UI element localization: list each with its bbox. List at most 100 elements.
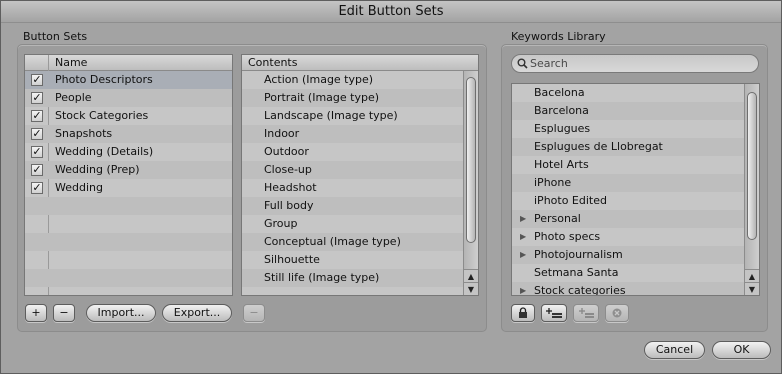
lock-keywords-button[interactable]: [511, 304, 535, 322]
disclosure-triangle-icon[interactable]: ▶: [520, 246, 526, 264]
button-set-checkbox[interactable]: ✓: [31, 110, 43, 122]
remove-content-button[interactable]: −: [243, 304, 265, 322]
button-set-row[interactable]: ✓ Wedding (Details): [25, 143, 232, 161]
keyword-label: Esplugues: [534, 122, 591, 135]
edit-button-sets-window: Edit Button Sets Button Sets Name ✓ Photo…: [0, 0, 782, 374]
keyword-label: iPhone: [534, 176, 572, 189]
keyword-row[interactable]: Esplugues: [512, 120, 744, 138]
keywords-scroll-thumb[interactable]: [747, 92, 757, 240]
window-title: Edit Button Sets: [1, 1, 781, 23]
delete-keyword-button[interactable]: [605, 304, 629, 322]
content-label: Silhouette: [264, 253, 320, 266]
scroll-down-arrow-icon[interactable]: ▼: [464, 282, 478, 295]
button-set-row[interactable]: ✓ Snapshots: [25, 125, 232, 143]
keyword-row[interactable]: ▶ Stock categories: [512, 282, 744, 296]
content-label: Portrait (Image type): [264, 91, 380, 104]
button-set-checkbox[interactable]: ✓: [31, 92, 43, 104]
button-set-label: Stock Categories: [55, 109, 149, 122]
content-row[interactable]: Portrait (Image type): [242, 89, 463, 107]
content-row[interactable]: Still life (Image type): [242, 269, 463, 287]
name-column-label: Name: [55, 56, 88, 69]
content-label: Action (Image type): [264, 73, 374, 86]
keyword-row[interactable]: Bacelona: [512, 84, 744, 102]
button-set-label: Wedding: [55, 181, 103, 194]
content-label: Conceptual (Image type): [264, 235, 401, 248]
keyword-label: Barcelona: [534, 104, 589, 117]
content-row[interactable]: Landscape (Image type): [242, 107, 463, 125]
contents-column-header[interactable]: Contents: [242, 55, 478, 71]
content-row[interactable]: Indoor: [242, 125, 463, 143]
button-set-checkbox[interactable]: ✓: [31, 74, 43, 86]
name-column-header[interactable]: Name: [25, 55, 232, 71]
keyword-row[interactable]: ▶ Photojournalism: [512, 246, 744, 264]
content-label: Headshot: [264, 181, 317, 194]
contents-scrollbar[interactable]: ▲ ▼: [463, 71, 478, 295]
keyword-row[interactable]: Setmana Santa: [512, 264, 744, 282]
export-button[interactable]: Export...: [162, 304, 232, 322]
content-row[interactable]: Silhouette: [242, 251, 463, 269]
keyword-row[interactable]: Barcelona: [512, 102, 744, 120]
button-set-checkbox[interactable]: ✓: [31, 146, 43, 158]
cancel-button[interactable]: Cancel: [644, 341, 705, 359]
button-set-row[interactable]: ✓ Wedding (Prep): [25, 161, 232, 179]
keyword-row[interactable]: Hotel Arts: [512, 156, 744, 174]
disclosure-triangle-icon[interactable]: ▶: [520, 210, 526, 228]
button-set-label: Wedding (Details): [55, 145, 154, 158]
empty-row: [25, 215, 232, 233]
keyword-label: Setmana Santa: [534, 266, 619, 279]
keyword-row[interactable]: Esplugues de Llobregat: [512, 138, 744, 156]
content-label: Outdoor: [264, 145, 309, 158]
button-set-checkbox[interactable]: ✓: [31, 182, 43, 194]
content-row[interactable]: Action (Image type): [242, 71, 463, 89]
content-row[interactable]: Close-up: [242, 161, 463, 179]
add-child-keyword-button[interactable]: [573, 304, 599, 322]
keyword-label: Stock categories: [534, 284, 626, 296]
remove-button-set-button[interactable]: −: [53, 304, 75, 322]
keywords-list[interactable]: Bacelona Barcelona Esplugues Esplugues de L…: [511, 83, 760, 296]
keywords-library-group-title: Keywords Library: [511, 30, 606, 43]
button-set-label: Photo Descriptors: [55, 73, 153, 86]
keyword-row[interactable]: ▶ Personal: [512, 210, 744, 228]
contents-list[interactable]: Contents Action (Image type) Portrait (Im…: [241, 54, 479, 296]
keyword-search-field[interactable]: [511, 54, 759, 73]
button-set-row[interactable]: ✓ People: [25, 89, 232, 107]
keyword-search-input[interactable]: [530, 56, 750, 71]
delete-icon: [612, 308, 622, 318]
empty-row: [25, 233, 232, 251]
content-label: Group: [264, 217, 298, 230]
add-keyword-icon: [546, 308, 562, 318]
keyword-label: iPhoto Edited: [534, 194, 607, 207]
import-button[interactable]: Import...: [86, 304, 156, 322]
scroll-up-arrow-icon[interactable]: ▲: [464, 269, 478, 282]
disclosure-triangle-icon[interactable]: ▶: [520, 282, 526, 295]
add-button-set-button[interactable]: +: [25, 304, 47, 322]
content-label: Indoor: [264, 127, 300, 140]
keyword-row[interactable]: iPhoto Edited: [512, 192, 744, 210]
button-set-row[interactable]: ✓ Wedding: [25, 179, 232, 197]
keyword-row[interactable]: ▶ Photo specs: [512, 228, 744, 246]
content-row[interactable]: Conceptual (Image type): [242, 233, 463, 251]
content-row[interactable]: Group: [242, 215, 463, 233]
ok-button[interactable]: OK: [712, 341, 771, 359]
keyword-label: Personal: [534, 212, 581, 225]
button-sets-list[interactable]: Name ✓ Photo Descriptors ✓ People ✓ Stock Cat…: [24, 54, 233, 296]
content-label: Close-up: [264, 163, 312, 176]
keywords-scrollbar[interactable]: ▲ ▼: [744, 84, 759, 295]
button-set-row[interactable]: ✓ Photo Descriptors: [25, 71, 232, 89]
disclosure-triangle-icon[interactable]: ▶: [520, 228, 526, 246]
button-set-row[interactable]: ✓ Stock Categories: [25, 107, 232, 125]
content-row[interactable]: Outdoor: [242, 143, 463, 161]
contents-scroll-thumb[interactable]: [466, 77, 476, 243]
scroll-down-arrow-icon[interactable]: ▼: [745, 282, 759, 295]
scroll-up-arrow-icon[interactable]: ▲: [745, 269, 759, 282]
keyword-row[interactable]: iPhone: [512, 174, 744, 192]
button-set-label: Wedding (Prep): [55, 163, 140, 176]
lock-icon: [519, 307, 527, 318]
button-set-checkbox[interactable]: ✓: [31, 128, 43, 140]
button-sets-group-title: Button Sets: [23, 30, 88, 43]
content-row[interactable]: Headshot: [242, 179, 463, 197]
add-keyword-button[interactable]: [541, 304, 567, 322]
button-set-checkbox[interactable]: ✓: [31, 164, 43, 176]
content-row[interactable]: Full body: [242, 197, 463, 215]
keyword-label: Photo specs: [534, 230, 601, 243]
